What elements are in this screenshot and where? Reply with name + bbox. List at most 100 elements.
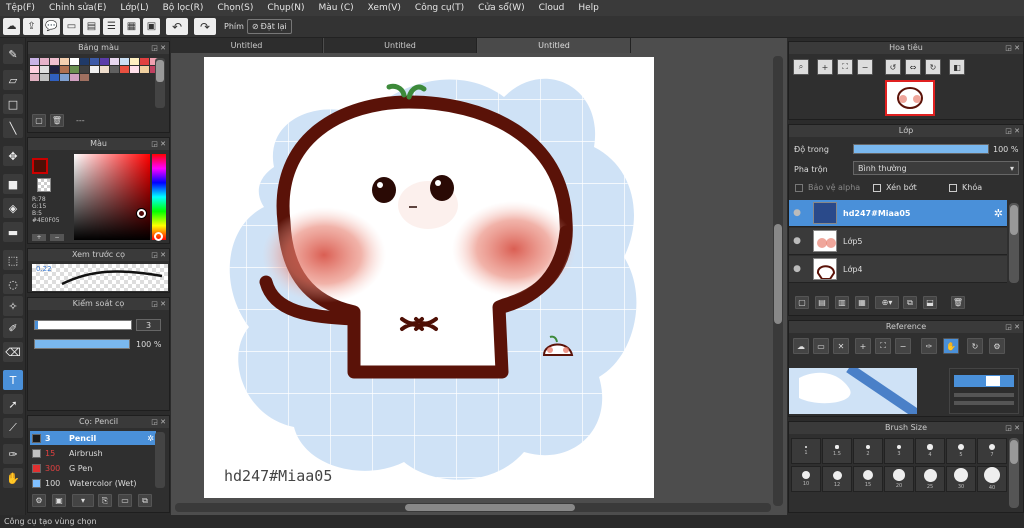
fit-icon[interactable]: ⛶ <box>875 338 891 354</box>
palette-swatch[interactable] <box>90 66 99 73</box>
palette-swatch[interactable] <box>140 66 149 73</box>
brush-item-gpen[interactable]: 300 G Pen <box>30 461 156 475</box>
menu-layer[interactable]: Lớp(L) <box>114 3 156 13</box>
zoom-out-icon[interactable]: − <box>857 59 873 75</box>
rect-select-icon[interactable]: ⬚ <box>3 250 23 270</box>
brush-item-airbrush[interactable]: 15 Airbrush <box>30 446 156 460</box>
palette-swatch[interactable] <box>70 66 79 73</box>
palette-swatch[interactable] <box>40 58 49 65</box>
palette-swatch[interactable] <box>110 66 119 73</box>
protect-alpha-checkbox[interactable]: Bảo vệ alpha <box>795 183 860 192</box>
rotate-icon[interactable]: ↻ <box>967 338 983 354</box>
reset-button[interactable]: ⊘ Đặt lại <box>246 19 292 34</box>
menu-color[interactable]: Màu (C) <box>313 3 362 13</box>
brush-size-cell[interactable]: 2 <box>853 438 883 464</box>
settings-icon[interactable]: ⚙ <box>989 338 1005 354</box>
palette-swatch[interactable] <box>80 74 89 81</box>
layer-menu-icon[interactable]: ⊕▾ <box>875 296 899 309</box>
palette-swatch[interactable] <box>30 58 39 65</box>
hand-icon[interactable]: ✋ <box>3 468 23 488</box>
fill-rect-icon[interactable]: ■ <box>3 174 23 194</box>
select-pen-icon[interactable]: ✐ <box>3 318 23 338</box>
undo-icon[interactable]: ↶ <box>166 18 188 35</box>
palette-swatch[interactable] <box>120 58 129 65</box>
list-icon[interactable]: ☰ <box>103 18 120 35</box>
text-block-icon[interactable]: ▣ <box>143 18 160 35</box>
palette-swatch[interactable] <box>50 66 59 73</box>
brush-icon[interactable]: ✎ <box>3 44 23 64</box>
merge-layer-icon[interactable]: ⬓ <box>923 296 937 309</box>
gear-icon[interactable]: ✲ <box>147 434 154 443</box>
saturation-value-picker[interactable] <box>74 154 150 240</box>
brush-settings-icon[interactable]: ⚙ <box>32 494 46 507</box>
palette-swatch[interactable] <box>100 66 109 73</box>
select-eraser-icon[interactable]: ⌫ <box>3 342 23 362</box>
trash-icon[interactable]: 🗑 <box>50 114 64 127</box>
menu-edit[interactable]: Chỉnh sửa(E) <box>43 3 114 13</box>
layer-row-text[interactable]: ● hd247#Miaa05 ✲ <box>789 200 1007 227</box>
brush-size-cell[interactable]: 7 <box>977 438 1007 464</box>
lasso-icon[interactable]: ◌ <box>3 274 23 294</box>
layer-row-4[interactable]: ● Lớp4 <box>789 256 1007 283</box>
foreground-color[interactable] <box>32 158 48 174</box>
menu-filter[interactable]: Bộ lọc(R) <box>157 3 212 13</box>
palette-swatch[interactable] <box>60 74 69 81</box>
palette-scrollbar[interactable] <box>155 58 165 108</box>
palette-swatch[interactable] <box>90 58 99 65</box>
palette-swatch[interactable] <box>30 66 39 73</box>
copy-layer-icon[interactable]: ⧉ <box>903 296 917 309</box>
new-palette-icon[interactable]: ▢ <box>32 114 46 127</box>
palette-swatch[interactable] <box>30 74 39 81</box>
move-icon[interactable]: ✥ <box>3 146 23 166</box>
new-layer-icon[interactable]: ▢ <box>795 296 809 309</box>
brush-size-cell[interactable]: 5 <box>946 438 976 464</box>
palette-swatch[interactable] <box>50 74 59 81</box>
background-color[interactable] <box>37 178 51 192</box>
palette-swatch[interactable] <box>120 66 129 73</box>
magic-wand-icon[interactable]: ✧ <box>3 296 23 316</box>
palette-swatch[interactable] <box>50 58 59 65</box>
brush-size-cell[interactable]: 12 <box>822 466 852 492</box>
palette-swatch[interactable] <box>80 58 89 65</box>
eyedropper-icon[interactable]: ✑ <box>3 444 23 464</box>
blend-mode-select[interactable]: Bình thường ▾ <box>853 161 1019 175</box>
copy-brush-icon[interactable]: ⎘ <box>98 494 112 507</box>
document-icon[interactable]: ▤ <box>83 18 100 35</box>
eye-icon[interactable]: ● <box>789 208 805 218</box>
export-icon[interactable]: ⇪ <box>23 18 40 35</box>
brush-item-watercolor[interactable]: 100 Watercolor (Wet) <box>30 476 156 490</box>
brush-menu-icon[interactable]: ▾ <box>72 494 94 507</box>
brush-item-pencil[interactable]: 3 Pencil ✲ <box>30 431 156 445</box>
eye-icon[interactable]: ● <box>789 236 805 246</box>
brush-size-slider[interactable] <box>34 320 132 330</box>
redo-icon[interactable]: ↷ <box>194 18 216 35</box>
reference-image-1[interactable] <box>789 363 920 419</box>
brush-size-cell[interactable]: 1.5 <box>822 438 852 464</box>
palette-swatch[interactable] <box>60 58 69 65</box>
document-canvas[interactable]: hd247#Miaa05 <box>204 57 654 498</box>
new-folder-icon[interactable]: ▦ <box>855 296 869 309</box>
zoom-icon[interactable]: ⌕ <box>793 59 809 75</box>
clipping-checkbox[interactable]: Xén bớt <box>873 183 917 192</box>
tab-document-2[interactable]: Untitled <box>324 38 477 53</box>
menu-capture[interactable]: Chụp(N) <box>261 3 312 13</box>
palette-swatch[interactable] <box>80 66 89 73</box>
menu-view[interactable]: Xem(V) <box>362 3 409 13</box>
line-icon[interactable]: ╲ <box>3 118 23 138</box>
brush-size-cell[interactable]: 3 <box>884 438 914 464</box>
menu-file[interactable]: Tệp(F) <box>0 3 43 13</box>
eyedropper-icon[interactable]: ✑ <box>921 338 937 354</box>
brush-size-cell[interactable]: 40 <box>977 466 1007 492</box>
folder-icon[interactable]: ▭ <box>118 494 132 507</box>
menu-help[interactable]: Help <box>572 3 607 13</box>
brush-opacity-slider[interactable] <box>34 339 130 349</box>
mirror-icon[interactable]: ◧ <box>949 59 965 75</box>
brush-size-cell[interactable]: 1 <box>791 438 821 464</box>
menu-tools[interactable]: Công cụ(T) <box>409 3 472 13</box>
palette-swatch[interactable] <box>70 58 79 65</box>
palette-swatch[interactable] <box>40 66 49 73</box>
reference-image-2[interactable] <box>949 368 1019 414</box>
trash-icon[interactable]: 🗑 <box>951 296 965 309</box>
gradient-icon[interactable]: ▬ <box>3 222 23 242</box>
palette-swatch[interactable] <box>70 74 79 81</box>
